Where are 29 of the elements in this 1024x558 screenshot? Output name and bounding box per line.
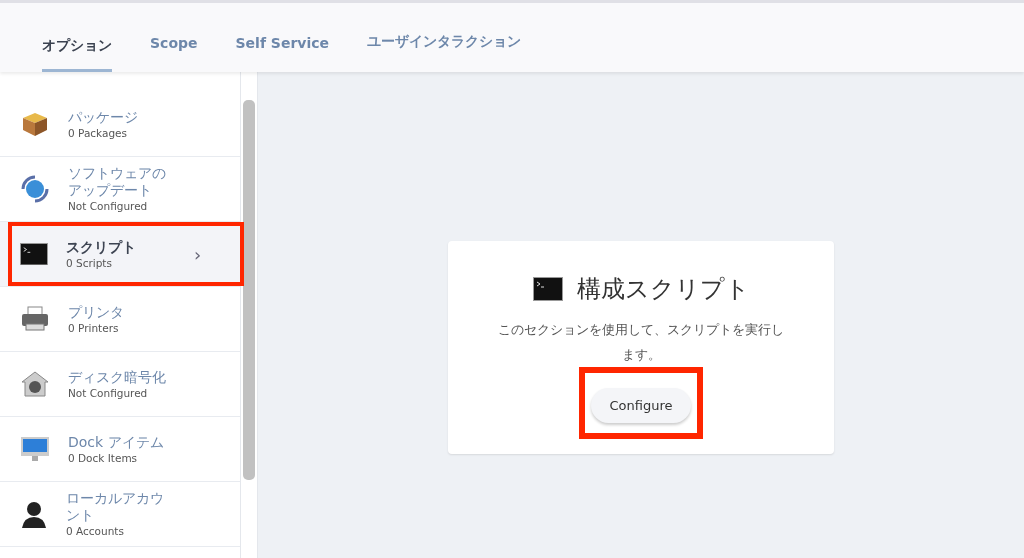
item-title: パッケージ xyxy=(68,108,139,126)
terminal-icon xyxy=(532,277,563,301)
printer-icon xyxy=(20,306,50,332)
scrollbar-thumb[interactable] xyxy=(243,100,255,480)
item-subtitle: Not Configured xyxy=(68,385,149,400)
tab[interactable]: Scope xyxy=(150,35,198,68)
item-subtitle: Not Configured xyxy=(68,199,149,213)
monitor-icon xyxy=(20,435,50,463)
chevron: › xyxy=(194,243,202,265)
item-title: Dock アイテム xyxy=(68,433,165,451)
item-title: プリンタ xyxy=(68,303,125,321)
item-title: ローカルアカウント xyxy=(66,490,165,524)
person-icon xyxy=(20,499,48,529)
item-subtitle: 0 Accounts xyxy=(66,524,125,538)
item-title: スクリプト xyxy=(66,238,137,256)
house-lock-icon xyxy=(20,369,50,399)
tab[interactable]: Self Service xyxy=(235,35,330,68)
configure-button[interactable]: Configure xyxy=(591,388,691,423)
item-subtitle: 0 Packages xyxy=(68,125,128,140)
terminal-icon xyxy=(20,242,48,266)
item-title: ソフトウェアのアップデート xyxy=(68,165,167,199)
card-description: このセクションを使用して、スクリプトを実行します。 xyxy=(497,321,785,364)
item-subtitle: 0 Scripts xyxy=(66,255,113,270)
card-title: 構成スクリプト xyxy=(576,274,750,305)
item-title: ディスク暗号化 xyxy=(68,368,167,386)
globe-icon xyxy=(20,174,50,204)
tab[interactable]: ユーザインタラクション xyxy=(367,33,522,68)
item-subtitle: 0 Printers xyxy=(68,320,120,335)
item-subtitle: 0 Dock Items xyxy=(68,450,139,465)
